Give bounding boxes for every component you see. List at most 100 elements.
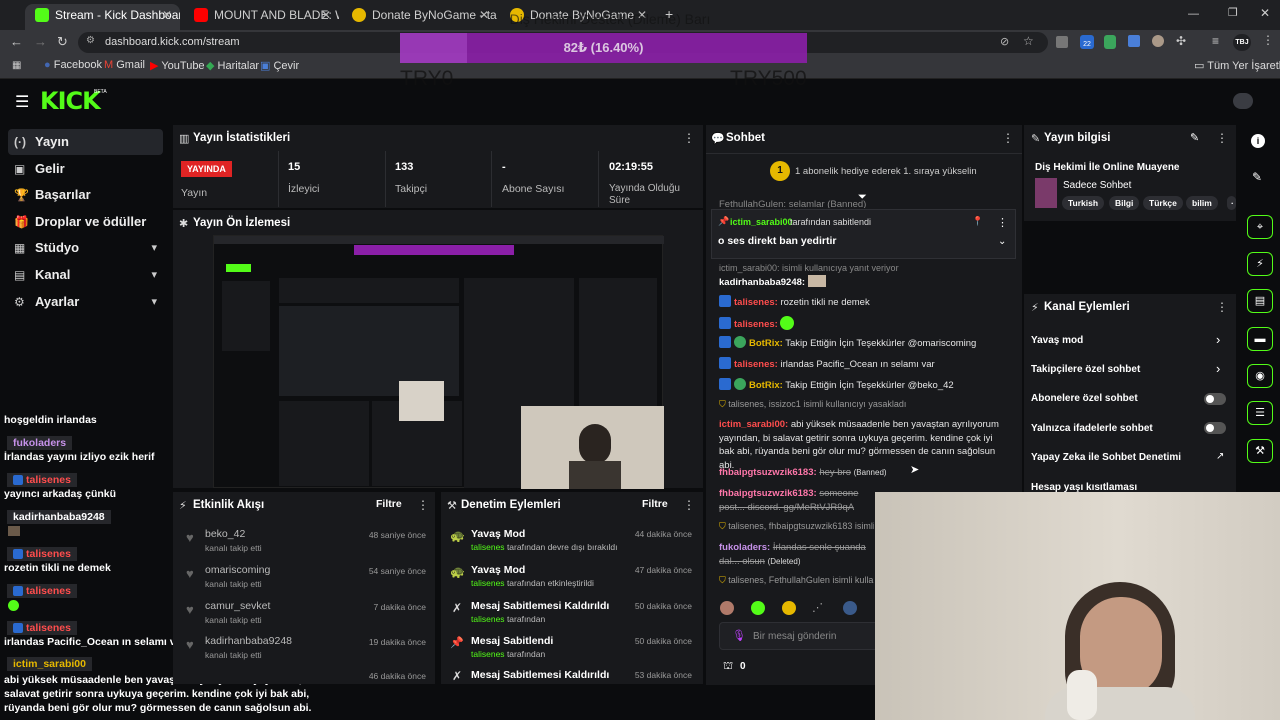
chat-input[interactable]: 🎙 Bir mesaj gönderin: [719, 622, 879, 650]
chevron-right-icon[interactable]: ›: [1216, 332, 1220, 347]
all-bookmarks-folder[interactable]: ▭ Tüm Yer İşaretleri: [1194, 59, 1280, 72]
extensions-puzzle-icon[interactable]: ✣: [1176, 34, 1186, 48]
chat-username[interactable]: talisenes:: [734, 297, 778, 308]
chat-username[interactable]: talisenes:: [734, 319, 778, 330]
wrench-icon[interactable]: ⚒: [1247, 439, 1273, 463]
apps-grid-icon[interactable]: ▦: [12, 60, 21, 71]
bookmark-star-icon[interactable]: ☆: [1023, 34, 1034, 48]
chat-message[interactable]: talisenes:: [719, 316, 1009, 332]
more-options-icon[interactable]: ⋮: [1002, 131, 1014, 145]
nav-kanal[interactable]: ▤ Kanal ▾: [8, 262, 163, 288]
chat-username[interactable]: talisenes:: [734, 359, 778, 370]
chat-username[interactable]: fhbaipgtsuzwzik6183:: [719, 467, 817, 478]
pencil-icon[interactable]: ✎: [1190, 131, 1199, 144]
media-control-icon[interactable]: ≡: [1212, 34, 1219, 48]
activity-row[interactable]: ♥ kadirhanbaba9248 kanalı takip etti 19 …: [178, 632, 434, 662]
edit-icon[interactable]: ✎: [1252, 170, 1262, 184]
more-options-icon[interactable]: ⋮: [683, 131, 695, 145]
chat-message[interactable]: fhbaipgtsuzwzik6183: hey bro (Banned): [719, 466, 1009, 480]
gift-leader-badge[interactable]: 1: [770, 161, 790, 181]
action-subscribers-only[interactable]: Abonelere özel sohbet: [1031, 393, 1138, 404]
url-text[interactable]: dashboard.kick.com/stream: [105, 36, 240, 48]
nav-ayarlar[interactable]: ⚙ Ayarlar ▾: [8, 289, 163, 315]
filter-button[interactable]: Filtre: [376, 498, 402, 510]
document-icon[interactable]: ▤: [1247, 289, 1273, 313]
more-options-icon[interactable]: ⋮: [417, 498, 429, 512]
browser-menu-icon[interactable]: ⋮: [1262, 33, 1274, 47]
bookmark-maps[interactable]: ◆ Haritalar: [206, 59, 259, 72]
pinned-message-box[interactable]: 📌 ictim_sarabi00 tarafından sabitlendi 📍…: [711, 209, 1016, 259]
chat-username[interactable]: fhbaipgtsuzwzik6183:: [719, 488, 817, 499]
action-emotes-only[interactable]: Yalnızca ifadelerle sohbet: [1031, 423, 1153, 434]
moderation-row[interactable]: 📌 Mesaj Sabitlendi talisenes tarafından …: [444, 632, 698, 664]
more-options-icon[interactable]: ⋮: [683, 498, 695, 512]
emote-icon[interactable]: [843, 601, 857, 615]
emote-icon[interactable]: [751, 601, 765, 615]
chat-message[interactable]: talisenes: irlandas Pacific_Ocean ın sel…: [719, 357, 1009, 372]
chat-username[interactable]: fukoladers:: [719, 542, 770, 553]
chat-username[interactable]: ictim_sarabi00:: [719, 419, 788, 430]
action-ai-moderation[interactable]: Yapay Zeka ile Sohbet Denetimi: [1031, 452, 1181, 463]
chat-message[interactable]: kadirhanbaba9248:: [719, 275, 1009, 290]
hamburger-menu-icon[interactable]: ☰: [15, 92, 29, 112]
chat-message[interactable]: talisenes: rozetin tikli ne demek: [719, 295, 1009, 310]
camera-off-icon[interactable]: ⊘: [1000, 35, 1009, 48]
nav-basarilar[interactable]: 🏆 Başarılar: [8, 182, 163, 208]
back-icon[interactable]: ←: [10, 34, 23, 49]
list-icon[interactable]: ☰: [1247, 401, 1273, 425]
category-name[interactable]: Sadece Sohbet: [1063, 180, 1131, 191]
more-options-icon[interactable]: ⋮: [997, 216, 1008, 229]
moderation-row[interactable]: 🐢 Yavaş Mod talisenes tarafından etkinle…: [444, 561, 698, 593]
bookmark-youtube[interactable]: ▶ YouTube: [150, 59, 205, 72]
window-close-icon[interactable]: ✕: [1260, 6, 1270, 20]
forward-icon[interactable]: →: [34, 34, 47, 49]
moderation-row[interactable]: ✗ Mesaj Sabitlemesi Kaldırıldı 53 dakika…: [444, 668, 698, 684]
emote-icon[interactable]: ⋰: [812, 601, 826, 615]
translate-extension-icon[interactable]: [1128, 35, 1140, 47]
chevron-right-icon[interactable]: ›: [1216, 361, 1220, 376]
extension-badge-icon[interactable]: 22: [1080, 35, 1094, 49]
more-options-icon[interactable]: ⋮: [1216, 300, 1228, 314]
chat-message[interactable]: ictim_sarabi00: abi yüksek müsaadenle be…: [719, 418, 1009, 472]
activity-row[interactable]: ♥ camur_sevket kanalı takip etti 7 dakik…: [178, 597, 434, 627]
action-followers-only[interactable]: Takipçilere özel sohbet: [1031, 364, 1140, 375]
stream-preview-video[interactable]: [213, 235, 664, 489]
profile-avatar[interactable]: TBJ: [1233, 34, 1251, 51]
moderation-row[interactable]: ✗ Mesaj Sabitlemesi Kaldırıldı talisenes…: [444, 597, 698, 629]
chat-icon[interactable]: ▬: [1247, 327, 1273, 351]
gift-points-icon[interactable]: ⛫: [723, 660, 733, 674]
nav-yayin[interactable]: (·) Yayın: [8, 129, 163, 155]
chat-message[interactable]: BotRix: Takip Ettiğin İçin Teşekkürler @…: [719, 336, 1009, 351]
nav-gelir[interactable]: ▣ Gelir: [8, 156, 163, 182]
tab-kick-dashboard[interactable]: Stream - Kick Dashboard ✕: [25, 4, 180, 30]
kick-logo[interactable]: KICK: [40, 87, 101, 115]
cookie-extension-icon[interactable]: [1152, 35, 1164, 47]
more-options-icon[interactable]: ⋮: [1216, 131, 1228, 145]
bookmark-gmail[interactable]: M Gmail: [104, 59, 145, 71]
target-icon[interactable]: ⌖: [1247, 215, 1273, 239]
close-tab-icon[interactable]: ✕: [321, 4, 331, 26]
emote-icon[interactable]: [782, 601, 796, 615]
unpin-button-icon[interactable]: 📍: [972, 216, 983, 227]
close-tab-icon[interactable]: ✕: [162, 4, 172, 26]
tab-mount-and-blade[interactable]: MOUNT AND BLADE: Warband ✕: [184, 4, 339, 30]
broadcast-icon[interactable]: ◉: [1247, 364, 1273, 388]
chevron-down-icon[interactable]: ⌄: [998, 236, 1006, 247]
nav-studyo[interactable]: ▦ Stüdyo ▾: [8, 235, 163, 261]
chat-username[interactable]: BotRix:: [749, 338, 783, 349]
external-link-icon[interactable]: ↗: [1216, 451, 1224, 462]
user-avatar[interactable]: [1233, 93, 1253, 109]
chat-message[interactable]: fukoladers: İrlandas senle şuanda dal...…: [719, 541, 874, 568]
info-icon[interactable]: i: [1251, 134, 1265, 148]
bookmark-facebook[interactable]: ● Facebook: [44, 59, 102, 71]
subscribers-only-toggle[interactable]: [1204, 393, 1226, 405]
chat-username[interactable]: BotRix:: [749, 380, 783, 391]
shield-extension-icon[interactable]: [1104, 35, 1116, 49]
filter-button[interactable]: Filtre: [642, 498, 668, 510]
bookmark-translate[interactable]: ▣ Çevir: [260, 59, 299, 72]
site-info-icon[interactable]: ⚙: [86, 35, 95, 46]
chat-message[interactable]: BotRix: Takip Ettiğin İçin Teşekkürler @…: [719, 378, 1009, 393]
chat-username[interactable]: kadirhanbaba9248:: [719, 277, 805, 288]
action-slow-mode[interactable]: Yavaş mod: [1031, 335, 1083, 346]
lightning-icon[interactable]: ⚡: [1247, 252, 1273, 276]
